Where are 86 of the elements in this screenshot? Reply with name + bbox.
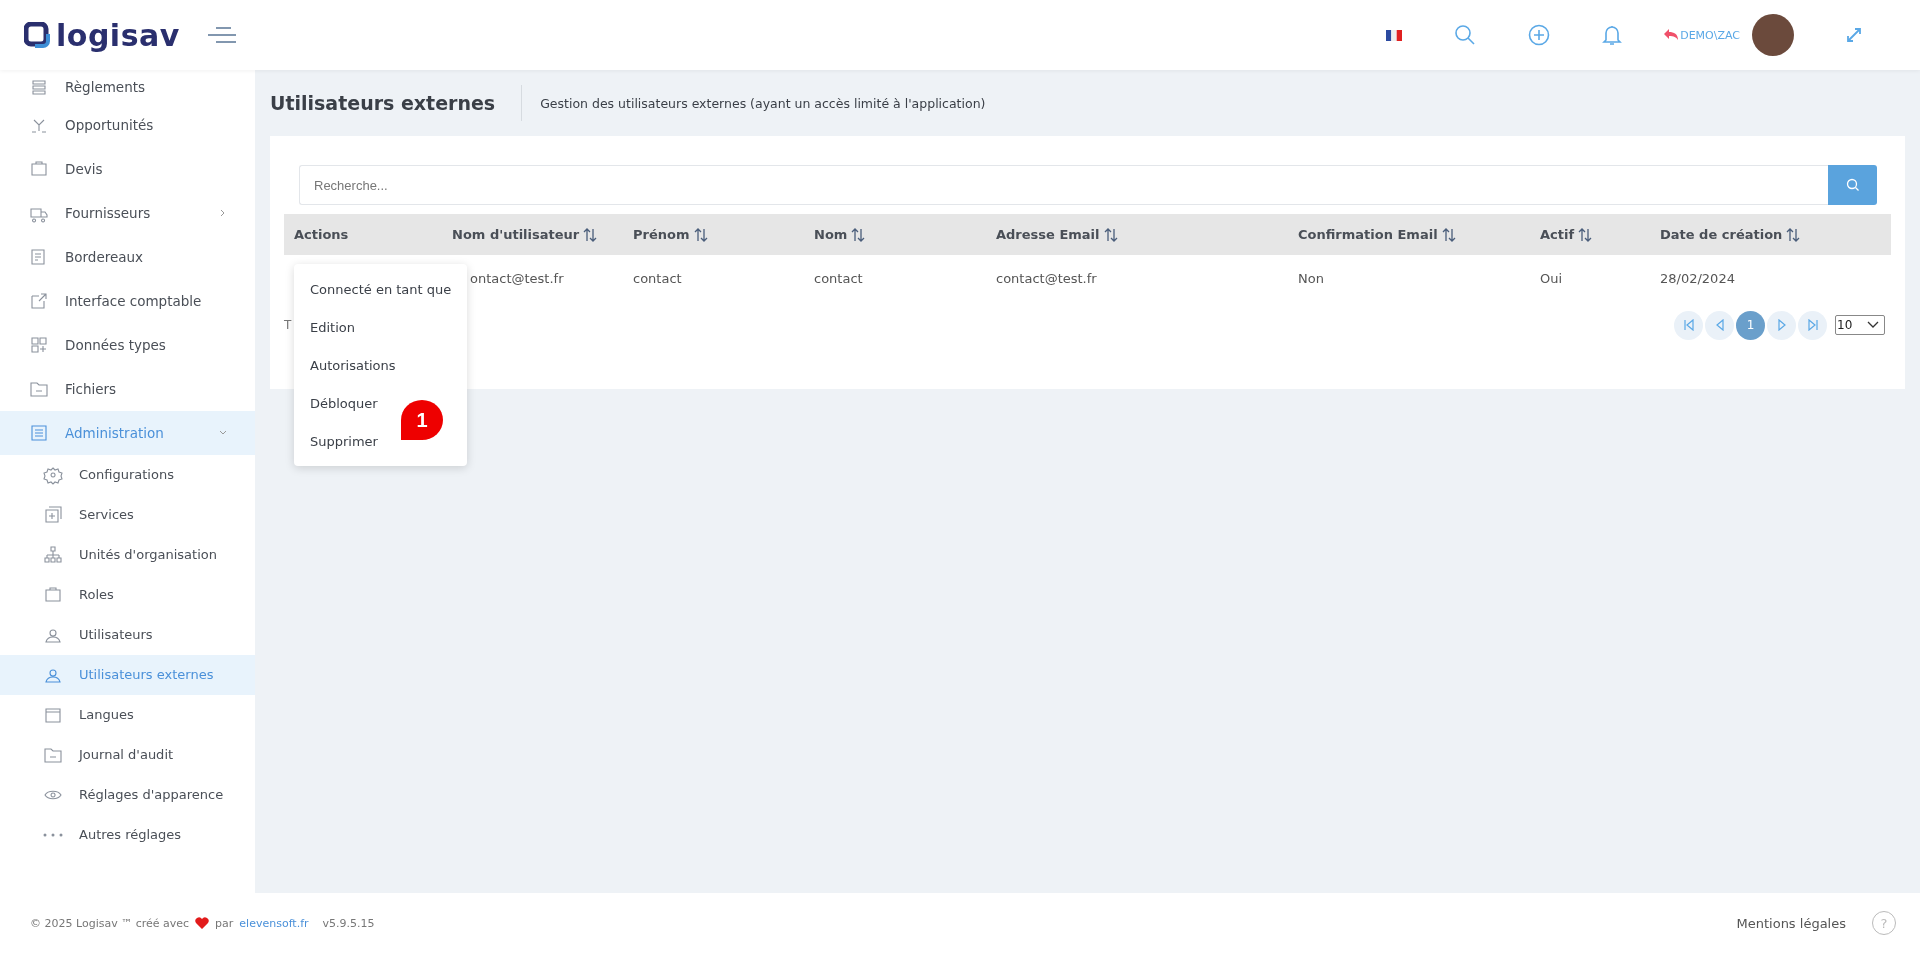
sort-icon[interactable] <box>1578 227 1593 242</box>
avatar[interactable] <box>1752 14 1794 56</box>
table-cell: 28/02/2024 <box>1660 270 1735 286</box>
page-title: Utilisateurs externes <box>270 85 523 121</box>
sidebar-subitem[interactable]: Services <box>0 495 255 535</box>
dots-icon <box>43 833 63 837</box>
sidebar-subitem[interactable]: Configurations <box>0 455 255 495</box>
skip-start-icon <box>1683 319 1694 331</box>
first-page-button[interactable] <box>1674 310 1703 340</box>
bell-icon[interactable] <box>1602 24 1623 46</box>
column-header[interactable]: Nom <box>814 227 848 242</box>
sidebar-subitem[interactable]: Roles <box>0 575 255 615</box>
column-header[interactable]: Date de création <box>1660 227 1783 242</box>
sidebar-item-icon <box>29 159 49 179</box>
menu-item[interactable]: Supprimer <box>294 422 386 460</box>
sidebar-subitem[interactable]: Unités d'organisation <box>0 535 255 575</box>
table-cell: contact <box>633 270 682 286</box>
sort-icon[interactable] <box>583 227 598 242</box>
table-cell: Non <box>1298 270 1324 286</box>
table-cell: contact@test.fr <box>996 270 1097 286</box>
column-header: Actions <box>294 227 349 242</box>
table-cell: ontact@test.fr <box>470 270 564 286</box>
sidebar-item-icon <box>43 545 63 565</box>
sidebar-item[interactable]: Bordereaux <box>0 235 255 279</box>
logo-icon <box>24 22 50 48</box>
by-text: par <box>215 916 234 930</box>
sidebar-item[interactable]: Devis <box>0 147 255 191</box>
column-header[interactable]: Nom d'utilisateur <box>452 227 580 242</box>
add-icon[interactable] <box>1528 24 1551 46</box>
search-icon[interactable] <box>1454 24 1477 46</box>
last-page-button[interactable] <box>1798 310 1827 340</box>
column-header[interactable]: Prénom <box>633 227 690 242</box>
sidebar-item[interactable]: Fichiers <box>0 367 255 411</box>
sidebar-item[interactable]: Fournisseurs <box>0 191 255 235</box>
chevron-down-icon <box>1867 321 1879 329</box>
table-cell: Oui <box>1540 270 1563 286</box>
menu-item[interactable]: Connecté en tant que <box>294 270 460 308</box>
sidebar-item[interactable]: Règlements <box>0 70 255 103</box>
sort-icon[interactable] <box>1441 227 1456 242</box>
sidebar-subitem[interactable]: Utilisateurs <box>0 615 255 655</box>
triangle-left-icon <box>1715 319 1724 331</box>
menu-item[interactable]: Débloquer <box>294 384 386 422</box>
sort-icon[interactable] <box>693 227 708 242</box>
sidebar-subitem[interactable]: Réglages d'apparence <box>0 775 255 815</box>
sort-icon[interactable] <box>1103 227 1118 242</box>
sidebar-item[interactable]: Opportunités <box>0 103 255 147</box>
sidebar-item-icon <box>43 745 63 765</box>
next-page-button[interactable] <box>1767 310 1796 340</box>
sort-icon[interactable] <box>851 227 866 242</box>
expand-icon[interactable] <box>1846 27 1862 43</box>
skip-end-icon <box>1807 319 1818 331</box>
sidebar-subitem[interactable]: Autres réglages <box>0 815 255 855</box>
search-icon <box>1845 178 1860 192</box>
sidebar-item-icon <box>29 379 49 399</box>
heart-icon <box>195 917 210 929</box>
back-arrow-icon[interactable] <box>1664 29 1679 41</box>
sidebar-item-icon <box>29 423 49 443</box>
sidebar-item-icon <box>43 705 63 725</box>
search-field[interactable]: Recherche... <box>299 165 1828 205</box>
logo-text[interactable]: logisav <box>56 17 180 53</box>
column-header[interactable]: Confirmation Email <box>1298 227 1438 242</box>
column-header[interactable]: Adresse Email <box>996 227 1100 242</box>
sort-icon[interactable] <box>1786 227 1801 242</box>
sidebar-item-icon <box>43 505 63 525</box>
sidebar-item-icon <box>29 291 49 311</box>
copyright-text: © 2025 Logisav ™ créé avec <box>30 916 190 930</box>
menu-item[interactable]: Edition <box>294 308 363 346</box>
menu-icon[interactable] <box>207 27 236 43</box>
sidebar-item-icon <box>43 585 63 605</box>
table-cell: contact <box>814 270 863 286</box>
sidebar-item-icon <box>29 335 49 355</box>
sidebar-item[interactable]: Données types <box>0 323 255 367</box>
sidebar-subitem[interactable]: Langues <box>0 695 255 735</box>
page-size-select[interactable]: 10 <box>1835 315 1885 335</box>
column-header[interactable]: Actif <box>1540 227 1575 242</box>
version-text: v5.9.5.15 <box>322 916 375 930</box>
triangle-right-icon <box>1777 319 1786 331</box>
menu-item[interactable]: Autorisations <box>294 346 404 384</box>
sidebar-subitem[interactable]: Journal d'audit <box>0 735 255 775</box>
page-subtitle: Gestion des utilisateurs externes (ayant un accès limité à l'application) <box>540 95 986 111</box>
legal-link[interactable]: Mentions légales <box>1736 915 1846 931</box>
sidebar-item-icon <box>43 465 63 485</box>
sidebar-item[interactable]: Interface comptable <box>0 279 255 323</box>
previous-page-button[interactable] <box>1705 310 1734 340</box>
total-text: T <box>284 318 292 332</box>
french-flag-icon[interactable] <box>1386 29 1403 41</box>
